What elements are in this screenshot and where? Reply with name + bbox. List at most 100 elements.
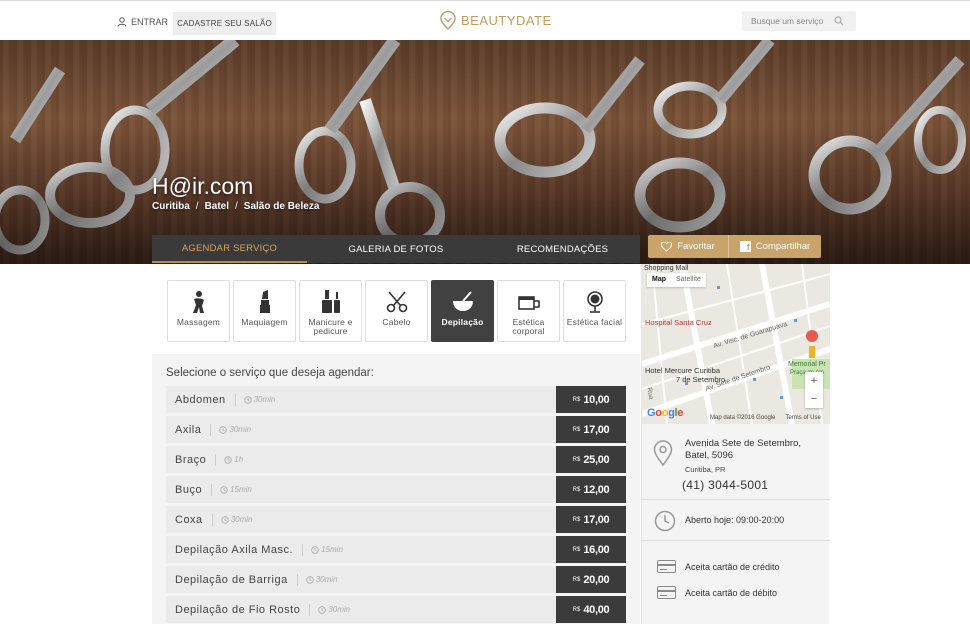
breadcrumb-neighborhood[interactable]: Batel [205,201,229,212]
service-row[interactable]: Braço 1h R$ 25,00 [166,446,626,473]
tab-recommendations[interactable]: RECOMENDAÇÕES [485,235,640,263]
nail-polish-icon [321,290,340,313]
logo-text: BEAUTYDATE [461,13,552,28]
service-row[interactable]: Depilação Axila Masc. 15min R$ 16,00 [166,536,626,563]
clock-icon [311,545,319,554]
search-icon[interactable] [834,16,844,26]
service-row[interactable]: Axila 30min R$ 17,00 [166,416,626,443]
category-massagem[interactable]: Massagem [167,280,230,342]
service-name: Depilação de Fio Rosto [175,603,301,616]
service-row[interactable]: Depilação de Barriga 30min R$ 20,00 [166,566,626,593]
service-price-button[interactable]: R$ 25,00 [556,446,626,473]
service-duration-text: 1h [234,455,244,464]
map-data-credit: Map data ©2016 Google [710,415,776,421]
category-maquiagem[interactable]: Maquiagem [233,280,296,342]
search-box [742,11,856,31]
currency-symbol: R$ [572,516,581,523]
map-type-toggle: Map Satellite [647,273,706,287]
facebook-icon: f [739,241,751,252]
login-link[interactable]: ENTRAR [117,17,168,27]
map-terms-link[interactable]: Terms of Use [785,415,820,421]
service-price: 12,00 [583,483,610,496]
currency-symbol: R$ [572,396,581,403]
hours-section: Aberto hoje: 09:00-20:00 [642,501,830,541]
debit-card-info: Aceita cartão de débito [657,586,777,599]
body-treatment-icon [517,296,540,310]
clock-icon [306,575,314,584]
currency-symbol: R$ [572,456,581,463]
category-estetica-corporal[interactable]: Estética corporal [497,280,560,342]
service-row[interactable]: Abdomen 30min R$ 10,00 [166,386,626,413]
phone-number[interactable]: (41) 3044-5001 [682,478,768,492]
category-depilacao[interactable]: Depilação [431,280,494,342]
service-name: Axila [175,423,202,436]
service-price-button[interactable]: R$ 17,00 [556,506,626,533]
logo[interactable]: BEAUTYDATE [440,11,552,30]
logo-icon [440,11,456,30]
map-footer: Map data ©2016 Google Terms of Use [710,415,821,421]
service-duration: 30min [234,393,276,406]
clock-icon [654,510,676,532]
service-name: Braço [175,453,207,466]
booking-panel: Massagem Maquiagem Manicure e pedicure C… [152,264,640,624]
zoom-in-button[interactable]: + [811,375,817,387]
service-row[interactable]: Depilação de Fio Rosto 30min R$ 40,00 [166,596,626,623]
service-price-button[interactable]: R$ 16,00 [556,536,626,563]
category-label: Manicure e pedicure [308,317,353,336]
user-icon [117,17,127,27]
credit-card-info: Aceita cartão de crédito [657,560,780,573]
clock-icon [220,485,228,494]
clock-icon [219,425,228,434]
category-strip: Massagem Maquiagem Manicure e pedicure C… [152,264,640,354]
mirror-icon [586,291,603,313]
hero-banner: H@ir.com Curitiba / Batel / Salão de Bel… [0,40,970,264]
favorite-button[interactable]: Favoritar [648,235,728,258]
register-salon-button[interactable]: CADASTRE SEU SALÃO [173,12,276,35]
service-duration-text: 30min [315,575,338,584]
location-map[interactable]: Map Satellite Shopping Mall Hospital San… [642,264,830,424]
service-price-button[interactable]: R$ 20,00 [556,566,626,593]
breadcrumb-category[interactable]: Salão de Beleza [244,201,320,212]
map-place-mall: Shopping Mall [644,265,689,272]
breadcrumb-city[interactable]: Curitiba [152,201,190,212]
service-row[interactable]: Buço 15min R$ 12,00 [166,476,626,503]
clock-icon [243,395,252,404]
tab-book-service[interactable]: AGENDAR SERVIÇO [152,235,307,263]
service-duration: 15min [211,483,252,496]
service-name: Depilação de Barriga [175,573,288,586]
service-duration-text: 30min [253,395,276,404]
service-price: 25,00 [583,453,610,466]
service-price: 10,00 [583,393,610,406]
debit-card-icon [657,586,676,599]
category-manicure[interactable]: Manicure e pedicure [299,280,362,342]
service-price-button[interactable]: R$ 12,00 [556,476,626,503]
map-type-map[interactable]: Map [647,273,671,287]
search-input[interactable] [742,16,834,26]
share-button[interactable]: f Compartilhar [728,235,821,258]
tab-photo-gallery[interactable]: GALERIA DE FOTOS [307,235,485,263]
zoom-out-button[interactable]: − [811,393,817,405]
google-logo: Google [647,407,684,419]
service-price-button[interactable]: R$ 17,00 [556,416,626,443]
service-duration: 1h [215,453,244,466]
service-duration: 30min [210,423,251,436]
salon-info-panel: Map Satellite Shopping Mall Hospital San… [641,264,830,624]
service-row[interactable]: Coxa 30min R$ 17,00 [166,506,626,533]
service-price-button[interactable]: R$ 40,00 [556,596,626,623]
favorite-share-bar: Favoritar f Compartilhar [648,235,821,258]
debit-card-label: Aceita cartão de débito [685,587,778,598]
service-price-button[interactable]: R$ 10,00 [556,386,626,413]
logo-text-date: DATE [516,13,552,28]
service-duration: 30min [309,603,350,616]
map-type-satellite[interactable]: Satellite [671,273,706,287]
credit-card-icon [657,560,676,573]
service-duration-text: 15min [230,485,252,494]
category-estetica-facial[interactable]: Estética facial [563,280,626,342]
category-cabelo[interactable]: Cabelo [365,280,428,342]
clock-icon [224,455,232,464]
heart-icon [661,241,673,252]
address-city: Curitiba, PR [685,465,726,474]
credit-card-label: Aceita cartão de crédito [685,561,780,572]
category-label: Estética corporal [512,317,545,336]
breadcrumb-separator: / [235,201,238,212]
